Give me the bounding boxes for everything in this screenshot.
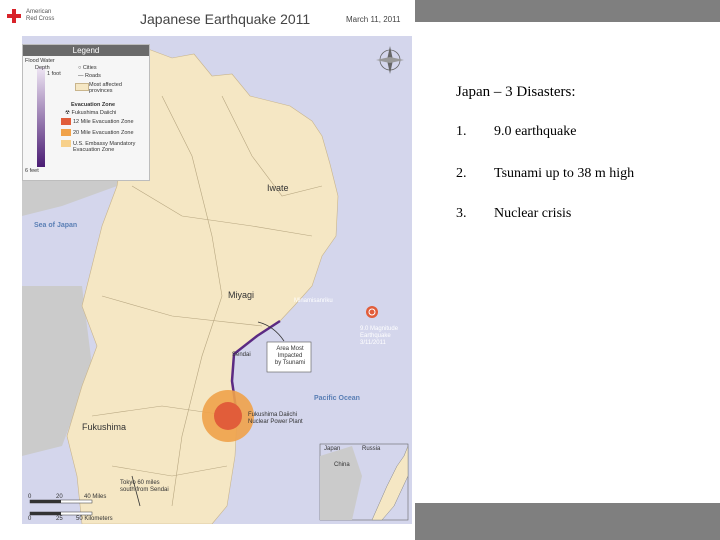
map-title: Japanese Earthquake 2011 [140, 11, 311, 27]
org-name-line-1: American [26, 9, 52, 15]
list-item-number: 1. [456, 124, 467, 139]
scale-miles-20: 20 [56, 494, 63, 500]
label-minamisanriku: Minamisanriku [294, 298, 333, 304]
scale-miles-0: 0 [28, 494, 32, 500]
legend-depth-top: 1 foot [47, 71, 61, 77]
org-name: American Red Cross [26, 9, 54, 23]
inset-china: China [334, 462, 350, 468]
legend-cities: ○ Cities [78, 65, 97, 71]
scale-km-25: 25 [56, 516, 63, 522]
label-pacific-ocean: Pacific Ocean [314, 395, 360, 402]
list-item-number: 3. [456, 206, 467, 221]
legend-affected: Most affected provinces [89, 82, 122, 94]
map-date: March 11, 2011 [346, 15, 401, 24]
legend-zone-12-swatch [61, 118, 71, 125]
legend-fukushima: ☢ Fukushima Daiichi [65, 110, 117, 116]
list-item-number: 2. [456, 166, 467, 181]
legend-title: Legend [23, 45, 149, 56]
legend-evac-12: 12 Mile Evacuation Zone [73, 119, 134, 125]
legend-embassy: U.S. Embassy Mandatory Evacuation Zone [73, 141, 136, 153]
map-image: American Red Cross Japanese Earthquake 2… [0, 0, 414, 540]
inset-title: Japan [324, 446, 341, 452]
slide-top-bar [415, 0, 720, 22]
inset-russia: Russia [362, 446, 381, 452]
legend-embassy-swatch [61, 140, 71, 147]
label-area-impacted: Area Most Impacted by Tsunami [274, 346, 306, 366]
org-name-line-2: Red Cross [26, 16, 55, 22]
red-cross-icon [7, 9, 21, 23]
legend-evac-20: 20 Mile Evacuation Zone [73, 130, 134, 136]
map-header: American Red Cross Japanese Earthquake 2… [0, 0, 414, 36]
label-tokyo: Tokyo 60 miles south from Sendai [120, 480, 169, 493]
label-fukushima: Fukushima [82, 422, 127, 432]
list-item-text: 9.0 earthquake [494, 124, 577, 139]
legend-flood-water: Flood Water [25, 58, 55, 64]
legend-roads: — Roads [78, 73, 101, 79]
label-sea-of-japan: Sea of Japan [34, 222, 78, 229]
label-iwate: Iwate [267, 183, 289, 193]
legend-affected-swatch [75, 83, 89, 91]
label-earthquake: 9.0 Magnitude Earthquake 3/11/2011 [360, 326, 399, 346]
evac-zone-12-mile [214, 402, 242, 430]
label-sendai: Sendai [232, 352, 251, 358]
legend-depth-bottom: 6 feet [25, 168, 39, 174]
slide-title: Japan – 3 Disasters: [456, 84, 576, 100]
scale-miles-40: 40 Miles [84, 494, 107, 500]
legend-evac-zone: Evacuation Zone [71, 102, 116, 108]
scale-km-50: 50 Kilometers [76, 516, 113, 522]
legend-zone-20-swatch [61, 129, 71, 136]
epicenter-marker [366, 306, 378, 318]
label-nuclear-plant: Fukushima Daiichi Nuclear Power Plant [248, 412, 303, 425]
map-legend: Legend Flood Water Depth 1 foot 6 feet ○… [22, 44, 150, 181]
scale-km-0: 0 [28, 516, 32, 522]
slide-bottom-bar [415, 503, 720, 540]
list-item-text: Tsunami up to 38 m high [494, 166, 635, 181]
label-miyagi: Miyagi [228, 290, 255, 300]
list-item-text: Nuclear crisis [494, 206, 572, 221]
north-arrow-icon [376, 46, 404, 74]
flood-depth-scale [37, 67, 45, 167]
